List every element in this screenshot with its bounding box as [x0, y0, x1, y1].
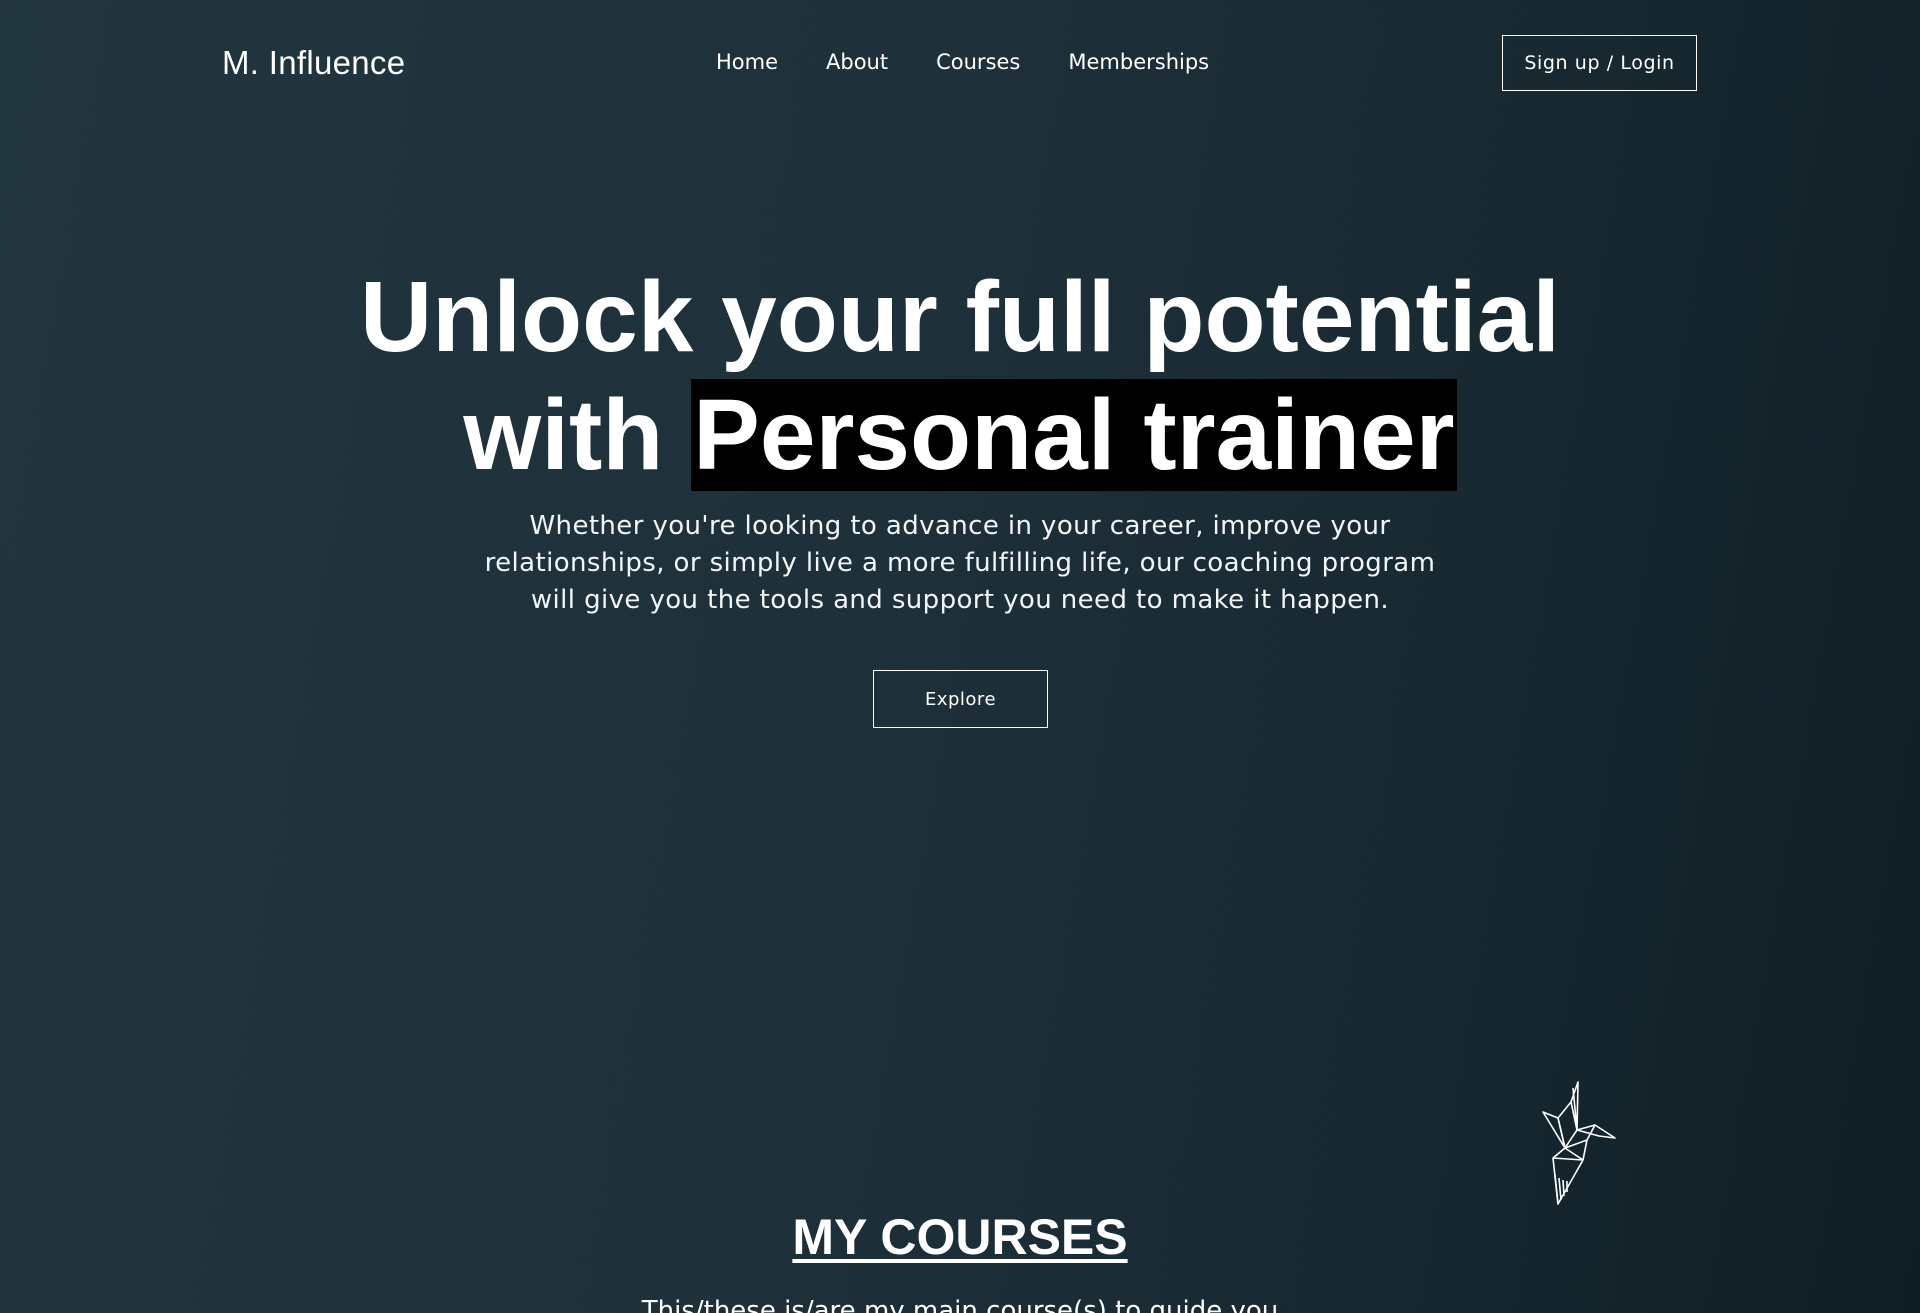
- courses-section-subtitle: This/these is/are my main course(s) to g…: [641, 1296, 1279, 1313]
- hero-title: Unlock your full potential with Personal…: [0, 258, 1920, 494]
- nav-courses-link[interactable]: Courses: [936, 50, 1020, 74]
- nav-about-link[interactable]: About: [826, 50, 888, 74]
- site-header: M. Influence Home About Courses Membersh…: [0, 0, 1920, 130]
- nav-memberships-link[interactable]: Memberships: [1068, 50, 1209, 74]
- courses-section-title: MY COURSES: [792, 1209, 1128, 1265]
- signup-login-button[interactable]: Sign up / Login: [1502, 35, 1697, 91]
- explore-button[interactable]: Explore: [873, 670, 1048, 728]
- origami-crane-icon: [1542, 1081, 1616, 1205]
- hero-title-highlight: Personal trainer: [691, 379, 1457, 491]
- nav-home-link[interactable]: Home: [716, 50, 778, 74]
- main-nav: Home About Courses Memberships: [716, 50, 1257, 74]
- hero-subtitle: Whether you're looking to advance in you…: [484, 511, 1436, 615]
- site-logo[interactable]: M. Influence: [222, 44, 405, 82]
- hero-title-line-1: Unlock your full potential: [359, 261, 1561, 373]
- hero-title-line-2: with Personal trainer: [0, 376, 1920, 494]
- hero-title-prefix: with: [463, 379, 692, 491]
